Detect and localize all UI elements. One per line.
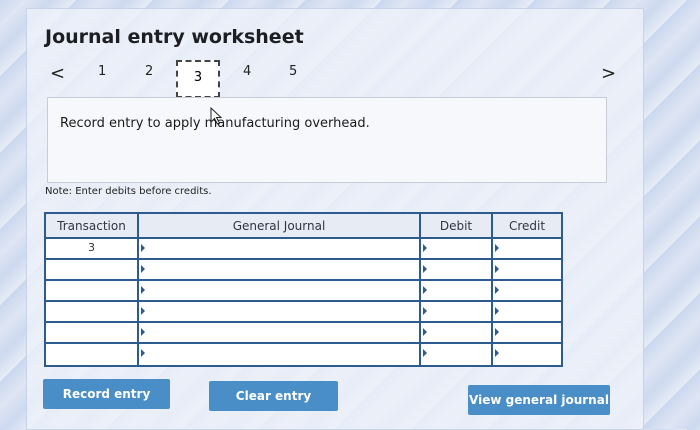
header-general-journal: General Journal — [139, 214, 419, 238]
debit-input[interactable] — [421, 344, 491, 364]
credit-input[interactable] — [493, 323, 561, 343]
header-credit: Credit — [493, 214, 561, 238]
prev-arrow-icon[interactable]: < — [50, 64, 65, 84]
credit-input[interactable] — [493, 302, 561, 322]
header-transaction: Transaction — [46, 214, 137, 238]
tab-1[interactable]: 1 — [98, 64, 106, 79]
account-input[interactable] — [139, 239, 419, 259]
debit-input[interactable] — [421, 302, 491, 322]
note-text: Note: Enter debits before credits. — [45, 186, 212, 197]
debit-input[interactable] — [421, 239, 491, 259]
account-input[interactable] — [139, 344, 419, 364]
tab-3[interactable]: 3 — [176, 60, 220, 98]
tab-4[interactable]: 4 — [243, 64, 251, 79]
instruction-box: Record entry to apply manufacturing over… — [47, 97, 607, 183]
credit-input[interactable] — [493, 260, 561, 280]
mouse-pointer-icon — [210, 107, 223, 125]
credit-input[interactable] — [493, 281, 561, 301]
debit-input[interactable] — [421, 323, 491, 343]
debit-input[interactable] — [421, 281, 491, 301]
view-general-journal-button[interactable]: View general journal — [468, 385, 610, 415]
tab-5[interactable]: 5 — [289, 64, 297, 79]
credit-input[interactable] — [493, 239, 561, 259]
account-input[interactable] — [139, 302, 419, 322]
account-input[interactable] — [139, 281, 419, 301]
journal-table: Transaction General Journal Debit Credit… — [44, 212, 563, 367]
transaction-cell: 3 — [88, 241, 95, 254]
credit-input[interactable] — [493, 344, 561, 364]
next-arrow-icon[interactable]: > — [601, 64, 616, 84]
account-input[interactable] — [139, 260, 419, 280]
clear-entry-button[interactable]: Clear entry — [209, 381, 338, 411]
header-debit: Debit — [421, 214, 491, 238]
record-entry-button[interactable]: Record entry — [43, 379, 170, 409]
account-input[interactable] — [139, 323, 419, 343]
page-title: Journal entry worksheet — [45, 26, 304, 48]
debit-input[interactable] — [421, 260, 491, 280]
tab-2[interactable]: 2 — [145, 64, 153, 79]
